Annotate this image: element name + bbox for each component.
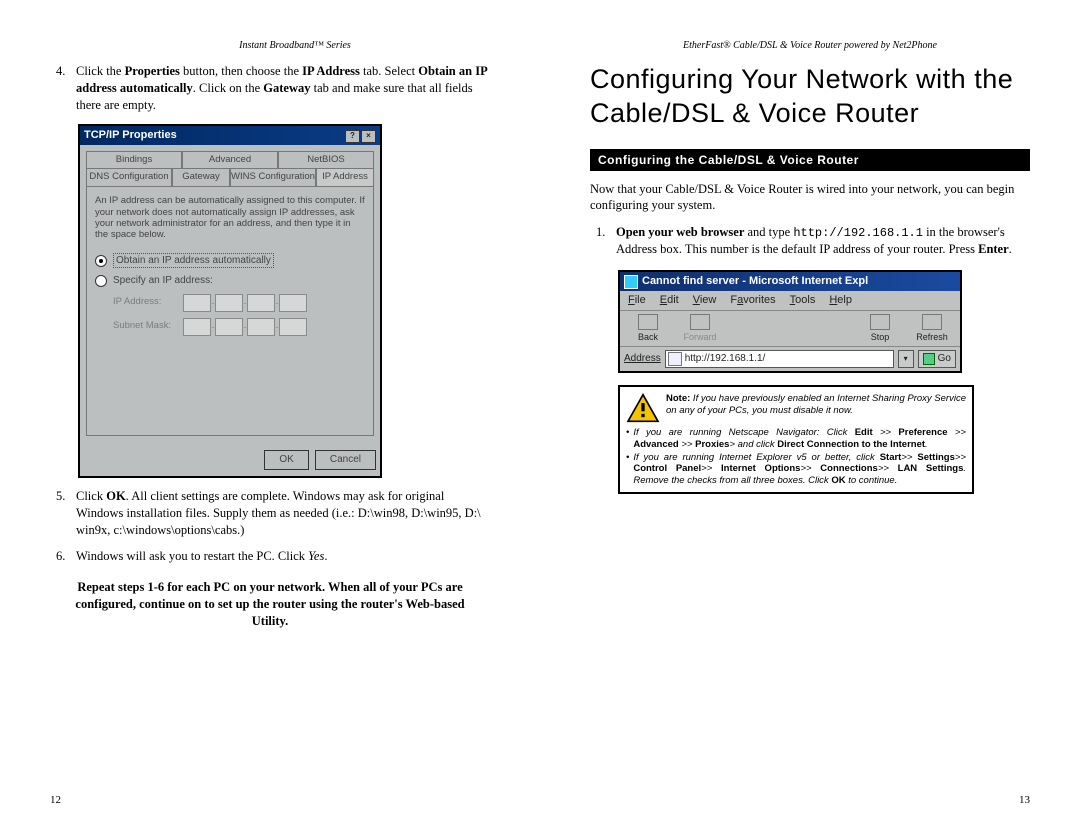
- section-heading: Configuring Your Network with the Cable/…: [590, 63, 1030, 131]
- dialog-button-row: OK Cancel: [80, 450, 380, 476]
- tab-advanced[interactable]: Advanced: [182, 151, 278, 169]
- step-num: 1.: [590, 224, 616, 258]
- repeat-note: Repeat steps 1-6 for each PC on your net…: [50, 579, 490, 630]
- menu-tools[interactable]: Tools: [790, 293, 816, 308]
- tab-gateway[interactable]: Gateway: [172, 168, 230, 186]
- body-text-left: 4. Click the Properties button, then cho…: [50, 63, 490, 630]
- address-dropdown[interactable]: ▾: [898, 350, 914, 368]
- window-buttons: ?×: [344, 128, 376, 143]
- menu-help[interactable]: Help: [829, 293, 852, 308]
- address-input[interactable]: http://192.168.1.1/: [665, 350, 894, 368]
- browser-toolbar: Back Forward Stop Refresh: [620, 311, 960, 347]
- tab-bindings[interactable]: Bindings: [86, 151, 182, 169]
- step-num: 4.: [50, 63, 76, 114]
- tab-dns[interactable]: DNS Configuration: [86, 168, 172, 186]
- page-icon: [668, 352, 682, 366]
- tab-wins[interactable]: WINS Configuration: [230, 168, 316, 186]
- page-header-left: Instant Broadband™ Series: [50, 40, 490, 51]
- forward-icon: [690, 314, 710, 330]
- tabs: Bindings Advanced NetBIOS DNS Configurat…: [86, 151, 374, 187]
- menu-file[interactable]: File: [628, 293, 646, 308]
- step-1: 1. Open your web browser and type http:/…: [590, 224, 1030, 258]
- body-text-right: Now that your Cable/DSL & Voice Router i…: [590, 181, 1030, 495]
- stop-icon: [870, 314, 890, 330]
- address-label: Address: [624, 352, 661, 366]
- dialog-titlebar: TCP/IP Properties ?×: [80, 126, 380, 145]
- browser-title: Cannot find server - Microsoft Internet …: [642, 274, 868, 289]
- page-header-right: EtherFast® Cable/DSL & Voice Router powe…: [590, 40, 1030, 51]
- dialog-title: TCP/IP Properties: [84, 128, 177, 143]
- stop-button[interactable]: Stop: [856, 314, 904, 343]
- browser-addressbar: Address http://192.168.1.1/ ▾ Go: [620, 347, 960, 371]
- tab-help-text: An IP address can be automatically assig…: [95, 195, 365, 241]
- back-icon: [638, 314, 658, 330]
- close-icon[interactable]: ×: [361, 130, 376, 143]
- refresh-button[interactable]: Refresh: [908, 314, 956, 343]
- go-button[interactable]: Go: [918, 350, 956, 368]
- left-page: Instant Broadband™ Series 4. Click the P…: [0, 0, 540, 834]
- ie-icon: [624, 275, 638, 289]
- radio-specify[interactable]: Specify an IP address:: [95, 274, 365, 288]
- browser-figure: Cannot find server - Microsoft Internet …: [618, 270, 962, 373]
- forward-button: Forward: [676, 314, 724, 343]
- warning-icon: [626, 393, 660, 423]
- ip-radio-group: Obtain an IP address automatically Speci…: [95, 253, 365, 336]
- step-6: 6. Windows will ask you to restart the P…: [50, 548, 490, 565]
- step-num: 5.: [50, 488, 76, 539]
- menu-favorites[interactable]: Favorites: [730, 293, 775, 308]
- tab-netbios[interactable]: NetBIOS: [278, 151, 374, 169]
- ok-button[interactable]: OK: [264, 450, 308, 470]
- menu-view[interactable]: View: [693, 293, 717, 308]
- refresh-icon: [922, 314, 942, 330]
- ip-address-row: IP Address: ...: [113, 294, 365, 312]
- step-5: 5. Click OK. All client settings are com…: [50, 488, 490, 539]
- page-number-right: 13: [1019, 794, 1030, 806]
- intro-paragraph: Now that your Cable/DSL & Voice Router i…: [590, 181, 1030, 215]
- menu-edit[interactable]: Edit: [660, 293, 679, 308]
- tcpip-dialog: TCP/IP Properties ?× Bindings Advanced N…: [80, 126, 380, 476]
- subnet-mask-row: Subnet Mask: ...: [113, 318, 365, 336]
- tab-ipaddress[interactable]: IP Address: [316, 168, 374, 186]
- browser-menubar: File Edit View Favorites Tools Help: [620, 291, 960, 311]
- step-num: 6.: [50, 548, 76, 565]
- page-number-left: 12: [50, 794, 61, 806]
- ip-address-input: ...: [183, 294, 307, 312]
- go-icon: [923, 353, 935, 365]
- back-button[interactable]: Back: [624, 314, 672, 343]
- note-bullet-1: • If you are running Netscape Navigator:…: [626, 427, 966, 450]
- note-box: Note: If you have previously enabled an …: [618, 385, 974, 494]
- radio-dot-icon: [95, 275, 107, 287]
- note-bullet-2: • If you are running Internet Explorer v…: [626, 452, 966, 486]
- cancel-button[interactable]: Cancel: [315, 450, 376, 470]
- radio-obtain[interactable]: Obtain an IP address automatically: [95, 253, 365, 269]
- step-4: 4. Click the Properties button, then cho…: [50, 63, 490, 114]
- subsection-bar: Configuring the Cable/DSL & Voice Router: [590, 149, 1030, 171]
- help-icon[interactable]: ?: [345, 130, 360, 143]
- tab-panel: An IP address can be automatically assig…: [86, 186, 374, 436]
- right-page: EtherFast® Cable/DSL & Voice Router powe…: [540, 0, 1080, 834]
- subnet-mask-input: ...: [183, 318, 307, 336]
- radio-dot-selected-icon: [95, 255, 107, 267]
- browser-titlebar: Cannot find server - Microsoft Internet …: [620, 272, 960, 291]
- tcpip-dialog-figure: TCP/IP Properties ?× Bindings Advanced N…: [78, 124, 382, 478]
